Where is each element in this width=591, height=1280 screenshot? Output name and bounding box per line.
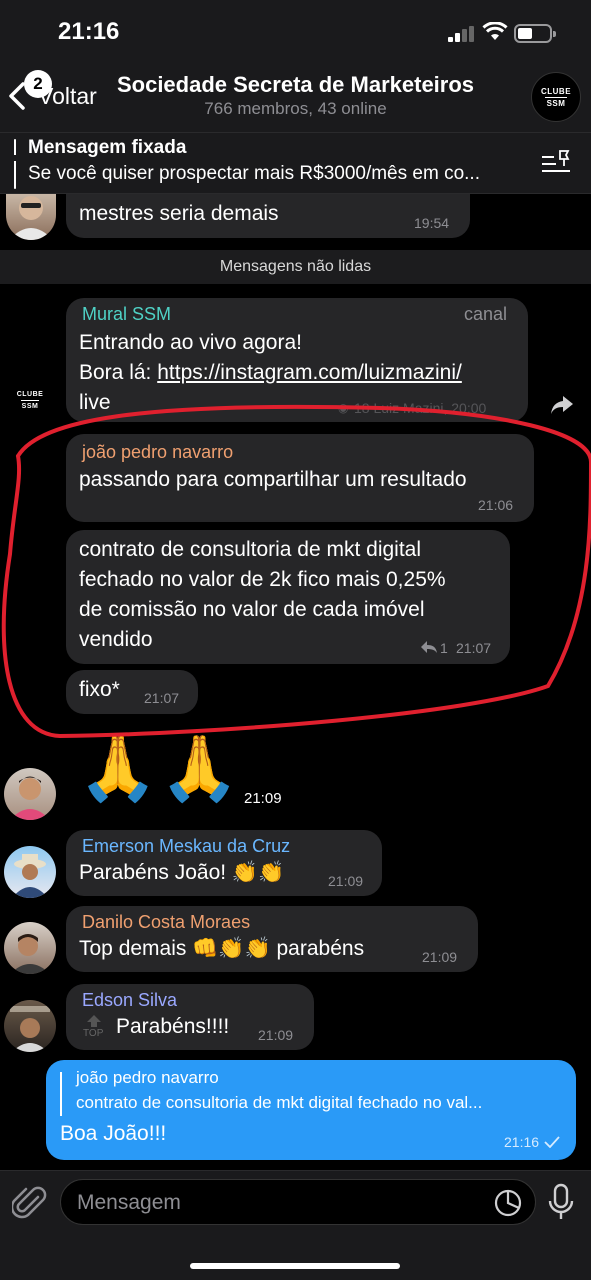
message-text: mestres seria demais [79, 202, 279, 225]
message-bubble[interactable]: Emerson Meskau da Cruz Parabéns João! 👏👏… [66, 830, 382, 896]
group-title[interactable]: Sociedade Secreta de Marketeiros [100, 72, 491, 98]
message-text: live [79, 391, 111, 414]
message-text: contrato de consultoria de mkt digital [79, 538, 422, 561]
paperclip-icon[interactable] [12, 1183, 48, 1223]
top-label: TOP [83, 1028, 104, 1039]
message-text: Parabéns João! 👏👏 [79, 861, 285, 884]
unread-count-badge: 2 [24, 70, 52, 98]
home-indicator[interactable] [190, 1263, 400, 1269]
arrow-up-icon [87, 1015, 101, 1027]
message-bubble[interactable]: Edson Silva TOP Parabéns!!!! 21:09 [66, 984, 314, 1050]
pinned-text: Se você quiser prospectar mais R$3000/mê… [28, 163, 480, 184]
quoted-text[interactable]: contrato de consultoria de mkt digital f… [76, 1093, 566, 1113]
message-time: 21:07 [456, 640, 492, 656]
pinned-list-icon[interactable] [540, 147, 572, 179]
message-bubble[interactable]: fixo* 21:07 [66, 670, 198, 714]
message-bubble[interactable]: contrato de consultoria de mkt digital f… [66, 530, 510, 664]
message-bubble[interactable]: Danilo Costa Moraes Top demais 👊👏👏 parab… [66, 906, 478, 972]
sender-tag: canal [464, 304, 508, 324]
sender-name[interactable]: Danilo Costa Moraes [82, 912, 250, 933]
message-emoji[interactable]: 🙏🙏 [78, 732, 241, 804]
views-icon: ◉ [338, 401, 349, 415]
message-text: passando para compartilhar um resultado [79, 468, 467, 491]
logo-text-top: CLUBE [540, 86, 572, 96]
message-text: Boa João!!! [60, 1122, 167, 1145]
message-time: 21:06 [478, 497, 514, 513]
reply-icon[interactable] [420, 640, 438, 654]
avatar[interactable] [4, 1000, 56, 1052]
message-time: 19:54 [414, 215, 450, 231]
share-icon[interactable] [549, 394, 575, 416]
unread-divider: Mensagens não lidas [0, 250, 591, 284]
sender-name[interactable]: Mural SSM [82, 304, 171, 325]
status-bar: 21:16 [0, 0, 591, 62]
reply-count[interactable]: 1 [440, 640, 448, 656]
message-time: 21:09 [422, 949, 458, 965]
chat-area[interactable]: mestres seria demais 19:54 Mensagens não… [0, 194, 591, 1170]
sender-name[interactable]: Edson Silva [82, 990, 177, 1011]
group-avatar[interactable]: CLUBE SSM [531, 72, 581, 122]
message-time: 21:09 [328, 873, 364, 889]
sender-name[interactable]: joão pedro navarro [82, 442, 233, 463]
outgoing-message-bubble[interactable]: joão pedro navarro contrato de consultor… [46, 1060, 576, 1160]
chat-header: 2 Voltar Sociedade Secreta de Marketeiro… [0, 62, 591, 132]
logo-text-bottom: SSM [546, 98, 566, 108]
message-text: fechado no valor de 2k fico mais 0,25% [79, 568, 446, 591]
avatar[interactable] [6, 194, 56, 240]
avatar[interactable] [4, 768, 56, 820]
message-input[interactable] [77, 1188, 477, 1218]
wifi-icon [482, 22, 508, 40]
message-text: fixo* [79, 678, 120, 701]
pinned-title: Mensagem fixada [28, 137, 187, 158]
back-button[interactable]: 2 Voltar [8, 70, 97, 118]
message-text: Bora lá: https://instagram.com/luizmazin… [79, 361, 462, 384]
message-text: vendido [79, 628, 153, 651]
message-link[interactable]: https://instagram.com/luizmazini/ [157, 361, 462, 384]
message-text: de comissão no valor de cada imóvel [79, 598, 425, 621]
read-check-icon [544, 1136, 560, 1148]
microphone-icon[interactable] [548, 1183, 574, 1223]
message-field[interactable] [60, 1179, 536, 1225]
quoted-sender[interactable]: joão pedro navarro [76, 1068, 219, 1088]
message-time: 21:09 [244, 790, 282, 807]
avatar[interactable] [4, 846, 56, 898]
message-bubble[interactable]: joão pedro navarro passando para compart… [66, 434, 534, 522]
message-text: Top demais 👊👏👏 parabéns [79, 937, 365, 960]
message-time: 21:07 [144, 690, 180, 706]
message-bubble[interactable]: mestres seria demais 19:54 [66, 194, 470, 238]
sticker-icon[interactable] [493, 1188, 523, 1218]
sender-name[interactable]: Emerson Meskau da Cruz [82, 836, 290, 857]
message-time: 21:09 [258, 1027, 294, 1043]
group-subtitle: 766 membros, 43 online [204, 99, 387, 118]
message-meta: 18 Luiz Mazini, 20:00 [354, 400, 487, 416]
message-text: Parabéns!!!! [116, 1015, 230, 1038]
channel-avatar[interactable]: CLUBE SSM [8, 378, 52, 422]
quote-indicator [60, 1072, 62, 1116]
message-time: 21:16 [504, 1134, 540, 1150]
avatar[interactable] [4, 922, 56, 974]
battery-icon [514, 24, 556, 43]
cellular-signal-icon [448, 26, 474, 42]
pinned-message[interactable]: Mensagem fixada Se você quiser prospecta… [0, 132, 591, 194]
status-time: 21:16 [58, 18, 120, 45]
message-bubble[interactable]: Mural SSM canal Entrando ao vivo agora! … [66, 298, 528, 422]
pinned-indicator [14, 139, 16, 189]
message-input-bar [0, 1170, 591, 1280]
message-text: Entrando ao vivo agora! [79, 331, 302, 354]
